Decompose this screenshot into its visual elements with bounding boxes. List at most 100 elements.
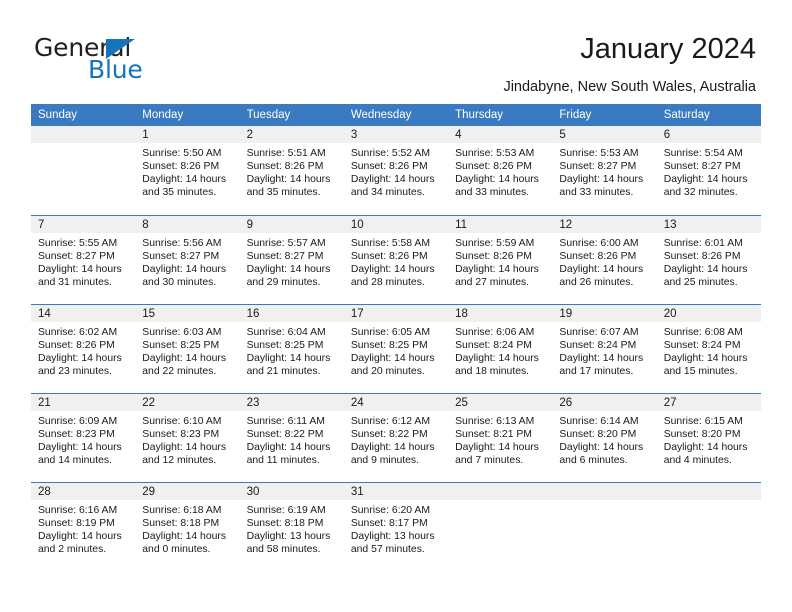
sunset-text: Sunset: 8:26 PM xyxy=(142,161,220,173)
calendar-day-cell[interactable]: 22 Sunrise: 6:10 AM Sunset: 8:23 PM Dayligh… xyxy=(135,392,240,482)
day-number: 20 xyxy=(656,304,761,322)
day-details: Sunrise: 5:58 AM Sunset: 8:26 PM Daylight:… xyxy=(344,233,448,289)
day-number: 7 xyxy=(31,215,136,233)
calendar-day-cell[interactable]: 24 Sunrise: 6:12 AM Sunset: 8:22 PM Dayligh… xyxy=(343,392,449,482)
day-details: Sunrise: 6:09 AM Sunset: 8:23 PM Daylight:… xyxy=(31,411,135,467)
daylight-text: Daylight: 13 hours and 58 minutes. xyxy=(246,530,331,555)
calendar-day-cell[interactable]: 1 Sunrise: 5:50 AM Sunset: 8:26 PM Daylight… xyxy=(135,126,240,215)
calendar-day-cell[interactable]: 18 Sunrise: 6:06 AM Sunset: 8:24 PM Dayligh… xyxy=(448,303,553,393)
calendar-day-cell[interactable]: 30 Sunrise: 6:19 AM Sunset: 8:18 PM Dayligh… xyxy=(239,481,344,571)
daylight-text: Daylight: 14 hours and 29 minutes. xyxy=(246,263,331,288)
calendar-page: General Blue January 2024 Jindabyne, New… xyxy=(0,0,792,612)
day-number: 1 xyxy=(135,126,240,143)
sunrise-text: Sunrise: 6:18 AM xyxy=(142,504,222,516)
day-number: 8 xyxy=(135,215,240,233)
sunrise-text: Sunrise: 6:10 AM xyxy=(142,415,222,427)
weekday-header-thursday: Thursday xyxy=(448,104,553,126)
day-details: Sunrise: 6:04 AM Sunset: 8:25 PM Daylight:… xyxy=(240,322,344,378)
calendar-week-row: 28 Sunrise: 6:16 AM Sunset: 8:19 PM Dayligh… xyxy=(31,481,761,571)
day-details: Sunrise: 6:05 AM Sunset: 8:25 PM Daylight:… xyxy=(344,322,448,378)
calendar-day-cell[interactable]: 14 Sunrise: 6:02 AM Sunset: 8:26 PM Dayligh… xyxy=(31,303,136,393)
daylight-text: Daylight: 14 hours and 26 minutes. xyxy=(559,263,644,288)
calendar-day-cell[interactable]: 3 Sunrise: 5:52 AM Sunset: 8:26 PM Daylight… xyxy=(343,126,449,215)
calendar-day-cell[interactable]: 4 Sunrise: 5:53 AM Sunset: 8:26 PM Daylight… xyxy=(448,126,553,215)
calendar-day-cell[interactable]: 25 Sunrise: 6:13 AM Sunset: 8:21 PM Dayligh… xyxy=(448,392,553,482)
calendar-day-cell[interactable]: 20 Sunrise: 6:08 AM Sunset: 8:24 PM Dayligh… xyxy=(656,303,761,393)
day-details: Sunrise: 6:08 AM Sunset: 8:24 PM Daylight:… xyxy=(657,322,761,378)
calendar-day-cell[interactable]: 11 Sunrise: 5:59 AM Sunset: 8:26 PM Dayligh… xyxy=(448,214,553,304)
day-details: Sunrise: 6:03 AM Sunset: 8:25 PM Daylight:… xyxy=(135,322,239,378)
sunrise-text: Sunrise: 6:09 AM xyxy=(38,415,118,427)
sunrise-text: Sunrise: 6:12 AM xyxy=(350,415,430,427)
calendar-day-cell[interactable]: 15 Sunrise: 6:03 AM Sunset: 8:25 PM Dayligh… xyxy=(135,303,240,393)
sunrise-text: Sunrise: 6:08 AM xyxy=(663,326,743,338)
day-details: Sunrise: 6:13 AM Sunset: 8:21 PM Daylight:… xyxy=(448,411,552,467)
day-details: Sunrise: 6:11 AM Sunset: 8:22 PM Daylight:… xyxy=(240,411,344,467)
sunset-text: Sunset: 8:26 PM xyxy=(350,161,428,173)
day-number: 27 xyxy=(656,393,761,411)
calendar-day-cell[interactable]: 6 Sunrise: 5:54 AM Sunset: 8:27 PM Daylight… xyxy=(656,126,761,215)
daylight-text: Daylight: 14 hours and 27 minutes. xyxy=(455,263,539,288)
daylight-text: Daylight: 14 hours and 6 minutes. xyxy=(559,441,644,466)
general-blue-logo: General Blue xyxy=(34,35,214,87)
calendar-day-cell[interactable]: 13 Sunrise: 6:01 AM Sunset: 8:26 PM Dayligh… xyxy=(656,214,761,304)
sunset-text: Sunset: 8:26 PM xyxy=(38,339,115,351)
day-number: 9 xyxy=(239,215,344,233)
sunrise-text: Sunrise: 5:52 AM xyxy=(350,148,430,159)
daylight-text: Daylight: 14 hours and 15 minutes. xyxy=(663,352,748,377)
calendar-day-cell[interactable]: 26 Sunrise: 6:14 AM Sunset: 8:20 PM Dayligh… xyxy=(552,392,657,482)
calendar-day-cell[interactable]: 8 Sunrise: 5:56 AM Sunset: 8:27 PM Daylight… xyxy=(135,214,240,304)
weekday-header-friday: Friday xyxy=(552,104,657,126)
calendar-day-cell[interactable]: 29 Sunrise: 6:18 AM Sunset: 8:18 PM Dayligh… xyxy=(135,481,240,571)
sunrise-text: Sunrise: 6:07 AM xyxy=(559,326,639,338)
sunrise-text: Sunrise: 6:06 AM xyxy=(455,326,535,338)
daylight-text: Daylight: 14 hours and 32 minutes. xyxy=(663,174,748,199)
daylight-text: Daylight: 14 hours and 11 minutes. xyxy=(246,441,331,466)
calendar-day-cell[interactable]: 27 Sunrise: 6:15 AM Sunset: 8:20 PM Dayligh… xyxy=(656,392,761,482)
weekday-header-tuesday: Tuesday xyxy=(239,104,344,126)
page-subtitle-location: Jindabyne, New South Wales, Australia xyxy=(503,79,756,95)
calendar-week-row: 21 Sunrise: 6:09 AM Sunset: 8:23 PM Dayligh… xyxy=(31,392,761,482)
day-details: Sunrise: 5:53 AM Sunset: 8:27 PM Daylight:… xyxy=(552,143,656,199)
day-details: Sunrise: 6:12 AM Sunset: 8:22 PM Daylight:… xyxy=(344,411,448,467)
calendar-day-cell[interactable]: 16 Sunrise: 6:04 AM Sunset: 8:25 PM Dayligh… xyxy=(239,303,344,393)
sunrise-text: Sunrise: 6:20 AM xyxy=(350,504,430,516)
day-details: Sunrise: 6:14 AM Sunset: 8:20 PM Daylight:… xyxy=(552,411,656,467)
sunset-text: Sunset: 8:27 PM xyxy=(559,161,637,173)
calendar-day-cell[interactable]: 5 Sunrise: 5:53 AM Sunset: 8:27 PM Daylight… xyxy=(552,126,657,215)
day-details: Sunrise: 5:55 AM Sunset: 8:27 PM Daylight:… xyxy=(31,233,135,289)
calendar-day-cell[interactable]: 2 Sunrise: 5:51 AM Sunset: 8:26 PM Daylight… xyxy=(239,126,344,215)
day-details: Sunrise: 6:06 AM Sunset: 8:24 PM Daylight:… xyxy=(448,322,552,378)
calendar-day-cell[interactable]: 28 Sunrise: 6:16 AM Sunset: 8:19 PM Dayligh… xyxy=(31,481,136,571)
sunrise-sunset-calendar: Sunday Monday Tuesday Wednesday Thursday Frid… xyxy=(31,104,761,571)
calendar-day-cell[interactable]: 19 Sunrise: 6:07 AM Sunset: 8:24 PM Dayligh… xyxy=(552,303,657,393)
day-number: 6 xyxy=(656,126,761,143)
daylight-text: Daylight: 14 hours and 20 minutes. xyxy=(350,352,435,377)
day-number: 18 xyxy=(448,304,553,322)
calendar-day-cell[interactable]: 17 Sunrise: 6:05 AM Sunset: 8:25 PM Dayligh… xyxy=(343,303,449,393)
sunrise-text: Sunrise: 5:51 AM xyxy=(246,148,326,159)
calendar-day-cell[interactable]: 31 Sunrise: 6:20 AM Sunset: 8:17 PM Dayligh… xyxy=(343,481,449,571)
day-details: Sunrise: 6:16 AM Sunset: 8:19 PM Daylight:… xyxy=(31,500,135,556)
day-number: 3 xyxy=(343,126,449,143)
calendar-day-cell[interactable]: 9 Sunrise: 5:57 AM Sunset: 8:27 PM Daylight… xyxy=(239,214,344,304)
sunset-text: Sunset: 8:18 PM xyxy=(246,517,324,529)
daylight-text: Daylight: 14 hours and 33 minutes. xyxy=(559,174,644,199)
sunset-text: Sunset: 8:25 PM xyxy=(142,339,220,351)
daylight-text: Daylight: 14 hours and 2 minutes. xyxy=(38,530,122,555)
day-number: 5 xyxy=(552,126,657,143)
calendar-day-cell[interactable]: 12 Sunrise: 6:00 AM Sunset: 8:26 PM Dayligh… xyxy=(552,214,657,304)
daylight-text: Daylight: 14 hours and 0 minutes. xyxy=(142,530,227,555)
calendar-day-cell[interactable]: 21 Sunrise: 6:09 AM Sunset: 8:23 PM Dayligh… xyxy=(31,392,136,482)
daylight-text: Daylight: 14 hours and 4 minutes. xyxy=(663,441,748,466)
day-details: Sunrise: 6:07 AM Sunset: 8:24 PM Daylight:… xyxy=(552,322,656,378)
sunset-text: Sunset: 8:20 PM xyxy=(559,428,637,440)
calendar-cell-empty xyxy=(448,481,553,571)
calendar-day-cell[interactable]: 23 Sunrise: 6:11 AM Sunset: 8:22 PM Dayligh… xyxy=(239,392,344,482)
sunrise-text: Sunrise: 6:05 AM xyxy=(350,326,430,338)
day-number: 13 xyxy=(656,215,761,233)
calendar-day-cell[interactable]: 7 Sunrise: 5:55 AM Sunset: 8:27 PM Daylight… xyxy=(31,214,136,304)
calendar-day-cell[interactable]: 10 Sunrise: 5:58 AM Sunset: 8:26 PM Dayligh… xyxy=(343,214,449,304)
sunset-text: Sunset: 8:27 PM xyxy=(38,250,115,262)
day-details: Sunrise: 6:20 AM Sunset: 8:17 PM Daylight:… xyxy=(344,500,448,556)
